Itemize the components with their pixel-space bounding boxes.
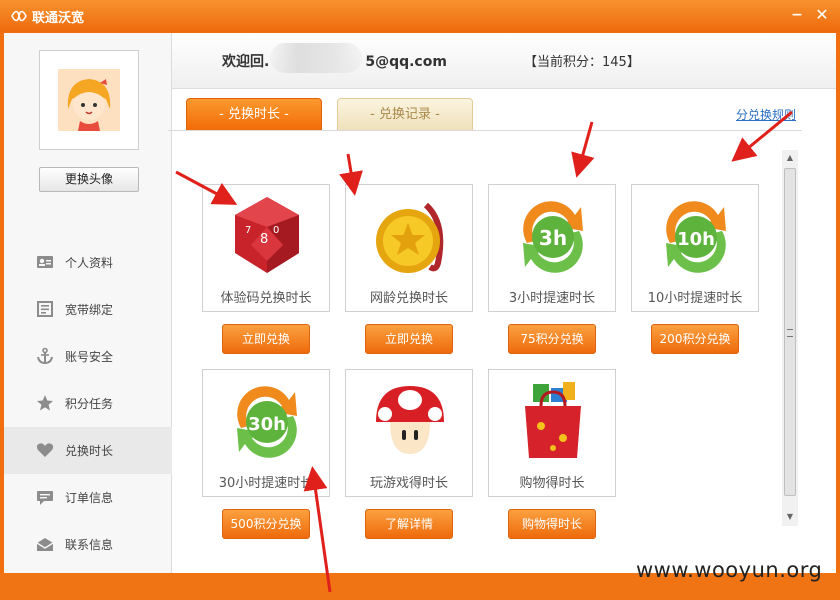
svg-text:8: 8: [260, 232, 268, 247]
welcome-prefix: 欢迎回.: [222, 54, 270, 70]
redeem-now-button-trial-code[interactable]: 立即兑换: [222, 324, 310, 354]
minimize-button[interactable]: −: [787, 5, 807, 25]
card-label: 30小时提速时长: [218, 476, 314, 491]
gift-bag-icon: [525, 382, 581, 458]
sidebar: 更换头像 个人资料 宽带绑定 账号安全 积分任务 兑换时长 订单信息 联系信息: [4, 33, 172, 573]
sidebar-item-profile[interactable]: 个人资料: [4, 239, 172, 286]
card-3h-speedup[interactable]: 3h 3小时提速时长: [488, 184, 616, 312]
card-label: 3小时提速时长: [508, 291, 596, 306]
gold-medal-icon: [376, 202, 444, 273]
profile-card-icon: [37, 256, 53, 268]
email-suffix: 5@qq.com: [365, 54, 447, 70]
badge-30h: 30h: [248, 414, 286, 435]
change-avatar-button[interactable]: 更换头像: [39, 167, 139, 192]
card-label: 玩游戏得时长: [369, 476, 448, 491]
sidebar-item-label: 账号安全: [65, 350, 114, 364]
star-icon: [37, 395, 53, 411]
redaction-blur: [270, 43, 362, 73]
header-bar: 欢迎回. 5@qq.com 【当前积分：145】: [172, 33, 836, 89]
scroll-down-arrow-icon[interactable]: ▼: [785, 512, 795, 521]
document-icon: [37, 301, 53, 317]
app-window: 联通沃宽 − ✕ 更换头像 个人资料 宽带绑定 账号安全 积分任务 兑换时长 订…: [0, 0, 840, 600]
badge-10h: 10h: [677, 229, 715, 250]
sidebar-nav: 个人资料 宽带绑定 账号安全 积分任务 兑换时长 订单信息 联系信息: [4, 239, 172, 568]
sidebar-item-security[interactable]: 账号安全: [4, 333, 172, 380]
card-label: 网龄兑换时长: [369, 291, 448, 306]
redeem-200-points-button[interactable]: 200积分兑换: [651, 324, 739, 354]
heart-icon: [36, 443, 54, 457]
svg-text:7: 7: [245, 225, 251, 236]
shopping-time-button[interactable]: 购物得时长: [508, 509, 596, 539]
tab-redeem-history[interactable]: - 兑换记录 -: [337, 98, 473, 131]
title-bar[interactable]: 联通沃宽 − ✕: [0, 0, 840, 32]
redeem-75-points-button[interactable]: 75积分兑换: [508, 324, 596, 354]
app-logo-icon: [11, 10, 27, 22]
card-10h-speedup[interactable]: 10h 10小时提速时长: [631, 184, 759, 312]
anchor-icon: [37, 347, 53, 365]
refresh-30h-icon: 30h: [237, 386, 297, 458]
card-play-games[interactable]: 玩游戏得时长: [345, 369, 473, 497]
card-shopping[interactable]: 购物得时长: [488, 369, 616, 497]
message-icon: [37, 491, 53, 505]
sidebar-item-label: 宽带绑定: [65, 303, 114, 317]
vertical-scrollbar[interactable]: ▲ ▼: [782, 150, 798, 526]
sidebar-item-label: 积分任务: [65, 397, 114, 411]
sidebar-item-contact[interactable]: 联系信息: [4, 521, 172, 568]
watermark: www.wooyun.org: [636, 558, 823, 582]
sidebar-item-broadband[interactable]: 宽带绑定: [4, 286, 172, 333]
card-label: 购物得时长: [519, 476, 585, 491]
svg-text:0: 0: [273, 225, 279, 236]
scroll-grip-icon: [787, 329, 793, 337]
sidebar-item-points-tasks[interactable]: 积分任务: [4, 380, 172, 427]
badge-3h: 3h: [539, 226, 567, 250]
sidebar-item-label: 个人资料: [65, 256, 114, 270]
card-label: 体验码兑换时长: [220, 291, 312, 306]
sidebar-item-redeem-time[interactable]: 兑换时长: [4, 427, 172, 474]
card-30h-speedup[interactable]: 30h 30小时提速时长: [202, 369, 330, 497]
envelope-icon: [36, 538, 54, 551]
refresh-10h-icon: 10h: [666, 201, 726, 273]
sidebar-item-label: 联系信息: [65, 538, 114, 552]
sidebar-item-label: 订单信息: [65, 491, 114, 505]
dice-icon: 8 0 7: [235, 197, 299, 273]
refresh-3h-icon: 3h: [523, 201, 583, 273]
sidebar-item-label: 兑换时长: [65, 444, 114, 458]
window-title: 联通沃宽: [32, 11, 85, 26]
redeem-now-button-network-age[interactable]: 立即兑换: [365, 324, 453, 354]
sidebar-item-orders[interactable]: 订单信息: [4, 474, 172, 521]
card-trial-code[interactable]: 8 0 7 体验码兑换时长: [202, 184, 330, 312]
points-rules-link[interactable]: 分兑换规则: [736, 106, 796, 123]
avatar-frame: [39, 50, 139, 150]
tab-divider: [168, 130, 802, 131]
learn-more-button[interactable]: 了解详情: [365, 509, 453, 539]
scroll-up-arrow-icon[interactable]: ▲: [785, 153, 795, 162]
close-button[interactable]: ✕: [812, 5, 832, 25]
scroll-thumb[interactable]: [784, 168, 796, 496]
card-label: 10小时提速时长: [647, 291, 743, 306]
tab-redeem-time[interactable]: - 兑换时长 -: [186, 98, 322, 131]
redeem-500-points-button[interactable]: 500积分兑换: [222, 509, 310, 539]
avatar: [58, 69, 120, 131]
points-balance: 【当前积分：145】: [524, 55, 640, 70]
mushroom-icon: [376, 386, 444, 454]
card-network-age[interactable]: 网龄兑换时长: [345, 184, 473, 312]
